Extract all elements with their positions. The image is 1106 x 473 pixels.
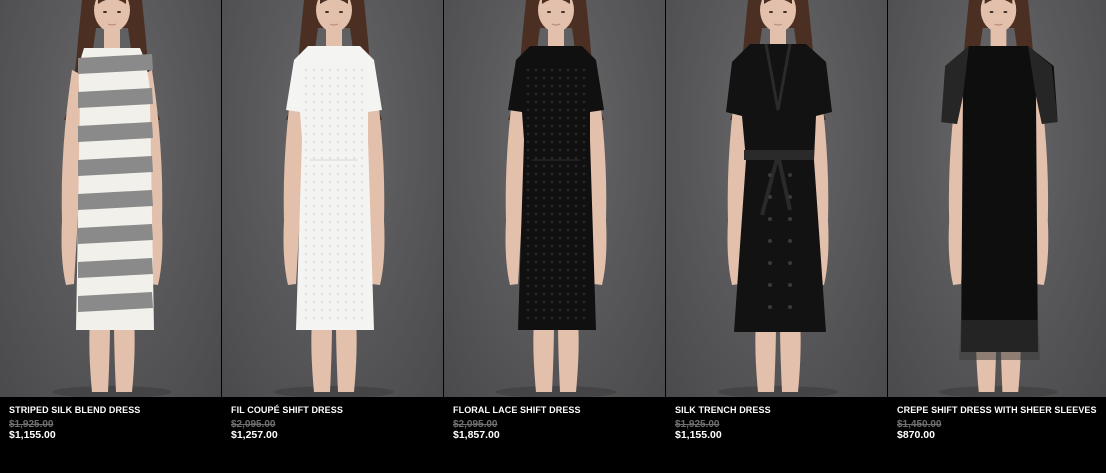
product-card-4[interactable]: SILK TRENCH DRESS $1,925.00 $1,155.00 (666, 0, 887, 473)
product-listing-page: STRIPED SILK BLEND DRESS $1,925.00 $1,15… (0, 0, 1106, 473)
product-card-5[interactable]: CREPE SHIFT DRESS WITH SHEER SLEEVES $1,… (888, 0, 1106, 473)
product-name[interactable]: SILK TRENCH DRESS (675, 405, 771, 415)
product-card-3[interactable]: FLORAL LACE SHIFT DRESS $2,095.00 $1,857… (444, 0, 665, 473)
sale-price: $1,155.00 (9, 429, 56, 441)
product-info: CREPE SHIFT DRESS WITH SHEER SLEEVES $1,… (888, 397, 1106, 473)
product-card-1[interactable]: STRIPED SILK BLEND DRESS $1,925.00 $1,15… (0, 0, 221, 473)
model-illustration (939, 0, 1058, 397)
product-image[interactable] (222, 0, 443, 397)
product-info: FLORAL LACE SHIFT DRESS $2,095.00 $1,857… (444, 397, 665, 473)
product-image[interactable] (888, 0, 1106, 397)
model-illustration (274, 0, 394, 397)
sale-price: $870.00 (897, 429, 935, 441)
product-name[interactable]: CREPE SHIFT DRESS WITH SHEER SLEEVES (897, 405, 1097, 415)
product-name[interactable]: FIL COUPÉ SHIFT DRESS (231, 405, 343, 415)
product-image[interactable] (666, 0, 887, 397)
product-image[interactable] (444, 0, 665, 397)
model-illustration (718, 0, 838, 397)
product-info: SILK TRENCH DRESS $1,925.00 $1,155.00 (666, 397, 887, 473)
product-card-2[interactable]: FIL COUPÉ SHIFT DRESS $2,095.00 $1,257.0… (222, 0, 443, 473)
model-illustration (52, 0, 172, 397)
product-name[interactable]: STRIPED SILK BLEND DRESS (9, 405, 140, 415)
sale-price: $1,155.00 (675, 429, 722, 441)
sale-price: $1,857.00 (453, 429, 500, 441)
product-info: FIL COUPÉ SHIFT DRESS $2,095.00 $1,257.0… (222, 397, 443, 473)
product-grid: STRIPED SILK BLEND DRESS $1,925.00 $1,15… (0, 0, 1106, 473)
product-image[interactable] (0, 0, 221, 397)
product-info: STRIPED SILK BLEND DRESS $1,925.00 $1,15… (0, 397, 221, 473)
product-name[interactable]: FLORAL LACE SHIFT DRESS (453, 405, 581, 415)
model-illustration (496, 0, 616, 397)
sale-price: $1,257.00 (231, 429, 278, 441)
